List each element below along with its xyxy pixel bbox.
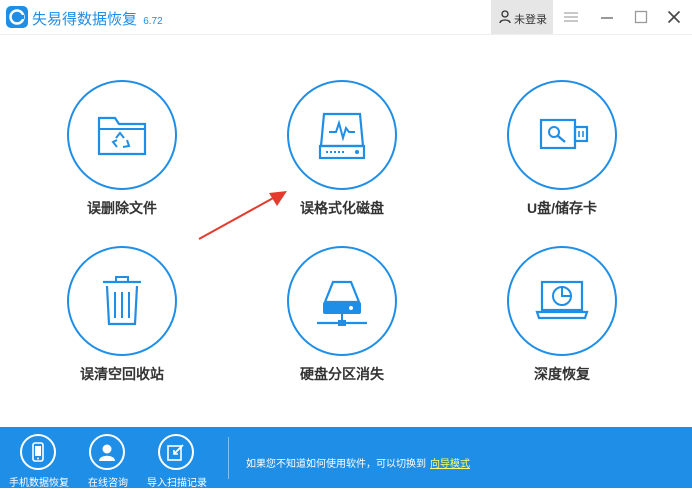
tile-deleted-files-circle[interactable] (67, 80, 177, 190)
user-icon (499, 10, 511, 24)
app-title: 失易得数据恢复 6.72 (32, 8, 163, 29)
guide-hint: 如果您不知道如何使用软件，可以切换到 向导模式 (246, 455, 470, 470)
tile-formatted-disk-circle[interactable] (287, 80, 397, 190)
phone-recovery-circle (20, 434, 56, 470)
menu-button[interactable] (556, 0, 586, 34)
trash-bin-icon (103, 276, 141, 326)
maximize-icon (634, 10, 648, 24)
phone-recovery-button[interactable]: 手机数据恢复 (0, 427, 78, 489)
app-logo-icon (6, 6, 28, 28)
tile-lost-partition-label: 硬盘分区消失 (300, 366, 384, 382)
online-consult-label: 在线咨询 (88, 478, 128, 489)
laptop-scan-icon (535, 280, 589, 320)
minimize-icon (601, 17, 613, 19)
tile-recycle-bin-label: 误清空回收站 (80, 366, 164, 382)
user-support-icon (99, 444, 115, 461)
phone-recovery-label: 手机数据恢复 (9, 478, 69, 489)
tile-usb-card-label: U盘/储存卡 (527, 200, 597, 216)
import-scan-record-button[interactable]: 导入扫描记录 (138, 427, 216, 489)
menu-icon (564, 12, 578, 22)
minimize-button[interactable] (592, 0, 622, 34)
disk-format-icon (318, 112, 366, 160)
bottom-divider (228, 437, 229, 479)
online-consult-button[interactable]: 在线咨询 (69, 427, 147, 489)
tile-deep-recovery-label: 深度恢复 (534, 366, 590, 382)
maximize-button[interactable] (626, 0, 656, 34)
online-consult-circle (89, 434, 125, 470)
tile-deep-recovery-circle[interactable] (507, 246, 617, 356)
tile-recycle-bin-circle[interactable] (67, 246, 177, 356)
import-edit-icon (167, 444, 184, 461)
close-icon (667, 10, 681, 24)
tile-usb-card-circle[interactable] (507, 80, 617, 190)
phone-icon (32, 442, 44, 462)
app-name: 失易得数据恢复 (32, 11, 138, 28)
hard-drive-network-icon (317, 280, 367, 326)
import-scan-record-circle (158, 434, 194, 470)
login-label: 未登录 (514, 14, 547, 26)
guide-hint-text: 如果您不知道如何使用软件，可以切换到 (246, 459, 426, 470)
title-bar: 失易得数据恢复 6.72 未登录 (0, 0, 692, 35)
usb-drive-icon (539, 118, 589, 150)
bottom-bar: 手机数据恢复 在线咨询 导入扫描记录 如果您不知道如何使用软件，可以切换到 向导模… (0, 427, 692, 489)
wizard-mode-link[interactable]: 向导模式 (430, 459, 470, 470)
app-version: 6.72 (143, 16, 163, 27)
tile-deleted-files-label: 误删除文件 (87, 200, 157, 216)
tile-lost-partition-circle[interactable] (287, 246, 397, 356)
folder-recycle-icon (97, 116, 147, 156)
close-button[interactable] (659, 0, 689, 34)
red-arrow-annotation (198, 191, 287, 240)
import-scan-record-label: 导入扫描记录 (147, 478, 207, 489)
login-button[interactable]: 未登录 (491, 0, 553, 34)
